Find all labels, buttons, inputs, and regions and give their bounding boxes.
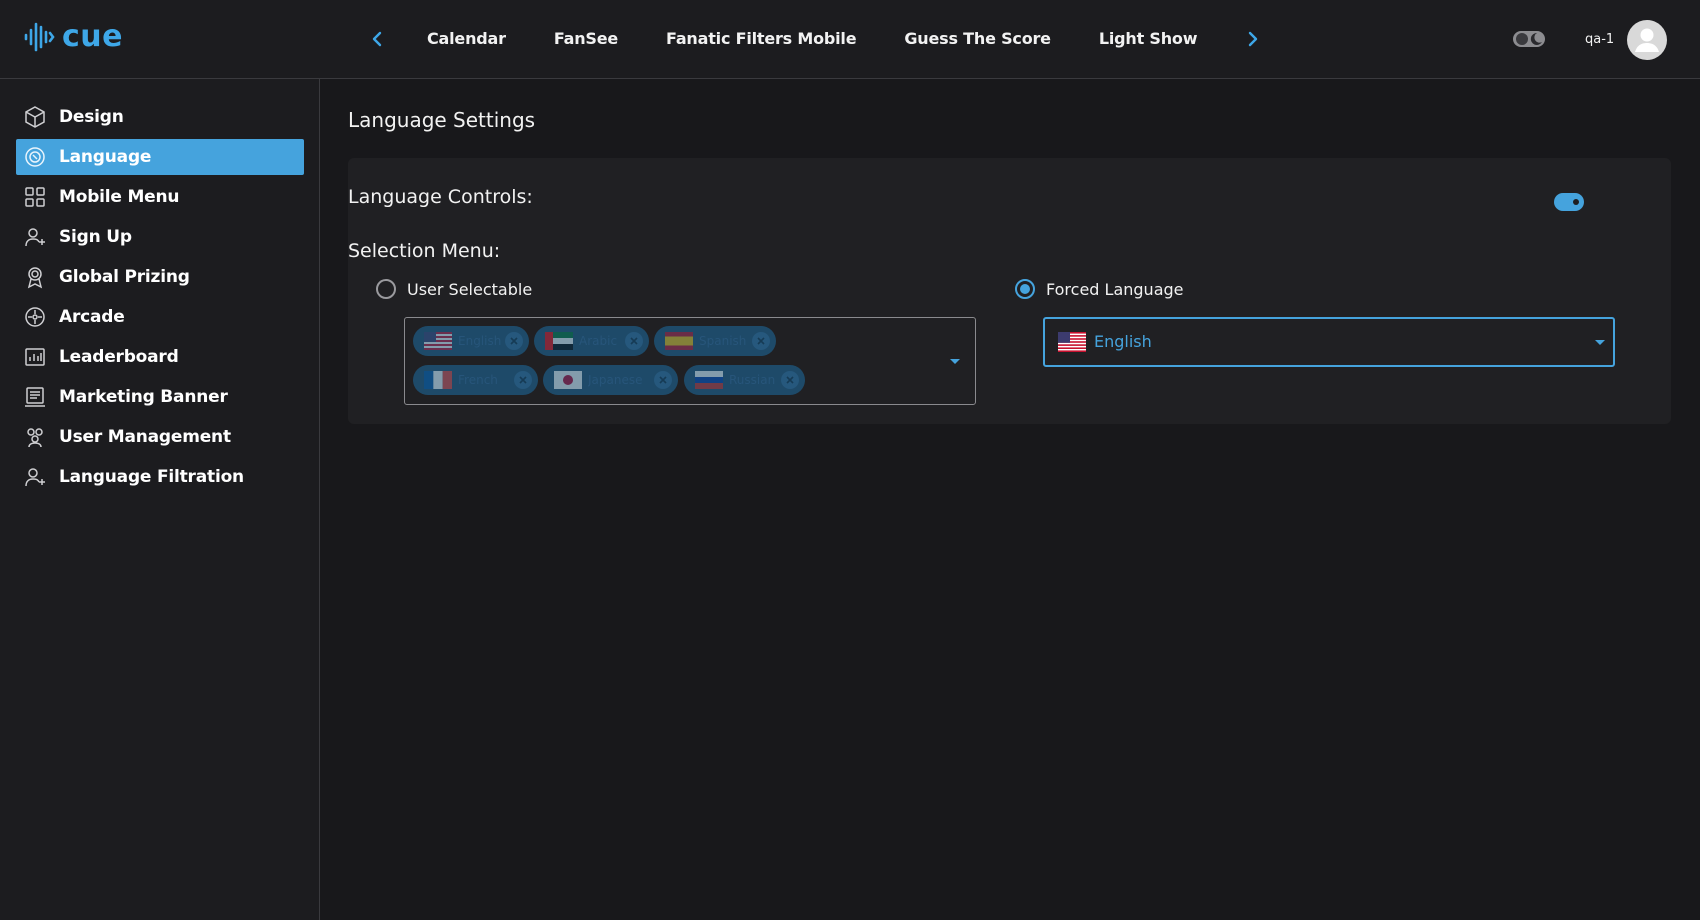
chip-label: English bbox=[458, 334, 502, 348]
sidebar-item-arcade[interactable]: Arcade bbox=[16, 299, 304, 335]
us-flag-icon bbox=[1058, 332, 1086, 352]
france-flag-icon bbox=[424, 371, 452, 389]
chevron-left-icon[interactable] bbox=[365, 25, 389, 53]
sidebar-item-label: Global Prizing bbox=[59, 267, 190, 287]
cube-icon bbox=[23, 105, 47, 129]
language-chip[interactable]: French bbox=[413, 365, 538, 395]
leaderboard-icon bbox=[23, 345, 47, 369]
selection-menu-label: Selection Menu: bbox=[348, 240, 501, 262]
close-icon[interactable] bbox=[654, 371, 672, 389]
forced-language-select[interactable]: English bbox=[1043, 317, 1615, 367]
sidebar-item-label: Language Filtration bbox=[59, 467, 244, 487]
language-chip[interactable]: Arabic bbox=[534, 326, 649, 356]
dropdown-arrow-icon[interactable] bbox=[1595, 340, 1605, 345]
tab-fanatic-filters-mobile[interactable]: Fanatic Filters Mobile bbox=[666, 22, 857, 56]
close-icon[interactable] bbox=[505, 332, 523, 350]
forced-language-label: Forced Language bbox=[1046, 279, 1184, 299]
sidebar-item-label: Arcade bbox=[59, 307, 125, 327]
arcade-icon bbox=[23, 305, 47, 329]
sidebar-item-language-filtration[interactable]: Language Filtration bbox=[16, 459, 304, 495]
sidebar-item-label: Leaderboard bbox=[59, 347, 179, 367]
logo[interactable]: cue bbox=[22, 20, 123, 54]
sidebar-item-label: Mobile Menu bbox=[59, 187, 180, 207]
user-selectable-radio[interactable]: User Selectable bbox=[376, 279, 532, 299]
close-icon[interactable] bbox=[752, 332, 770, 350]
user-selectable-language-select[interactable]: English Arabic Spanish French Japanese R… bbox=[404, 317, 976, 405]
sidebar: Design Language Mobile Menu Sign Up Glob… bbox=[0, 79, 320, 920]
logo-text: cue bbox=[62, 19, 123, 54]
sidebar-item-label: User Management bbox=[59, 427, 231, 447]
language-chip[interactable]: Japanese bbox=[543, 365, 678, 395]
uae-flag-icon bbox=[545, 332, 573, 350]
tab-light-show[interactable]: Light Show bbox=[1099, 22, 1198, 56]
forced-language-value: English bbox=[1094, 332, 1152, 351]
sidebar-item-design[interactable]: Design bbox=[16, 99, 304, 135]
close-icon[interactable] bbox=[781, 371, 799, 389]
app-tabs: Calendar FanSee Fanatic Filters Mobile Gues… bbox=[405, 22, 1231, 56]
sidebar-item-global-prizing[interactable]: Global Prizing bbox=[16, 259, 304, 295]
japan-flag-icon bbox=[554, 371, 582, 389]
close-icon[interactable] bbox=[514, 371, 532, 389]
main-content: Language Settings Language Controls: Sel… bbox=[321, 79, 1700, 920]
close-icon[interactable] bbox=[625, 332, 643, 350]
users-icon bbox=[23, 425, 47, 449]
sidebar-item-label: Sign Up bbox=[59, 227, 132, 247]
us-flag-icon bbox=[424, 332, 452, 350]
sidebar-item-label: Language bbox=[59, 147, 152, 167]
radio-unchecked-icon[interactable] bbox=[376, 279, 396, 299]
user-filter-icon bbox=[23, 465, 47, 489]
banner-icon bbox=[23, 385, 47, 409]
sidebar-item-user-management[interactable]: User Management bbox=[16, 419, 304, 455]
user-avatar-icon[interactable] bbox=[1627, 20, 1667, 60]
tab-fansee[interactable]: FanSee bbox=[554, 22, 618, 56]
sidebar-item-marketing-banner[interactable]: Marketing Banner bbox=[16, 379, 304, 415]
chip-label: Spanish bbox=[699, 334, 747, 348]
tab-guess-the-score[interactable]: Guess The Score bbox=[904, 22, 1051, 56]
dropdown-arrow-icon[interactable] bbox=[950, 359, 960, 364]
sidebar-item-mobile-menu[interactable]: Mobile Menu bbox=[16, 179, 304, 215]
chip-label: Russian bbox=[729, 373, 776, 387]
sidebar-item-language[interactable]: Language bbox=[16, 139, 304, 175]
username: qa-1 bbox=[1585, 32, 1615, 47]
user-selectable-label: User Selectable bbox=[407, 279, 533, 299]
radio-checked-icon[interactable] bbox=[1015, 279, 1035, 299]
language-chip[interactable]: Russian bbox=[684, 365, 805, 395]
sidebar-item-label: Design bbox=[59, 107, 124, 127]
russia-flag-icon bbox=[695, 371, 723, 389]
spain-flag-icon bbox=[665, 332, 693, 350]
language-controls-label: Language Controls: bbox=[348, 186, 533, 208]
grid-icon bbox=[23, 185, 47, 209]
language-chip[interactable]: English bbox=[413, 326, 529, 356]
page-title: Language Settings bbox=[348, 108, 536, 132]
sidebar-item-sign-up[interactable]: Sign Up bbox=[16, 219, 304, 255]
user-plus-icon bbox=[23, 225, 47, 249]
sidebar-item-label: Marketing Banner bbox=[59, 387, 228, 407]
cue-logo-icon bbox=[22, 20, 56, 54]
chevron-right-icon[interactable] bbox=[1241, 25, 1265, 53]
theme-toggle-icon[interactable] bbox=[1512, 27, 1546, 51]
chip-label: Japanese bbox=[588, 373, 643, 387]
chip-label: Arabic bbox=[579, 334, 618, 348]
chip-label: French bbox=[458, 373, 498, 387]
app-root: cue Calendar FanSee Fanatic Filters Mobile… bbox=[0, 0, 1700, 920]
tab-calendar[interactable]: Calendar bbox=[427, 22, 506, 56]
sidebar-item-leaderboard[interactable]: Leaderboard bbox=[16, 339, 304, 375]
top-bar: cue Calendar FanSee Fanatic Filters Mobile… bbox=[0, 0, 1700, 79]
forced-language-radio[interactable]: Forced Language bbox=[1015, 279, 1184, 299]
award-icon bbox=[23, 265, 47, 289]
language-controls-toggle[interactable] bbox=[1554, 193, 1584, 211]
language-icon bbox=[23, 145, 47, 169]
language-chip[interactable]: Spanish bbox=[654, 326, 776, 356]
